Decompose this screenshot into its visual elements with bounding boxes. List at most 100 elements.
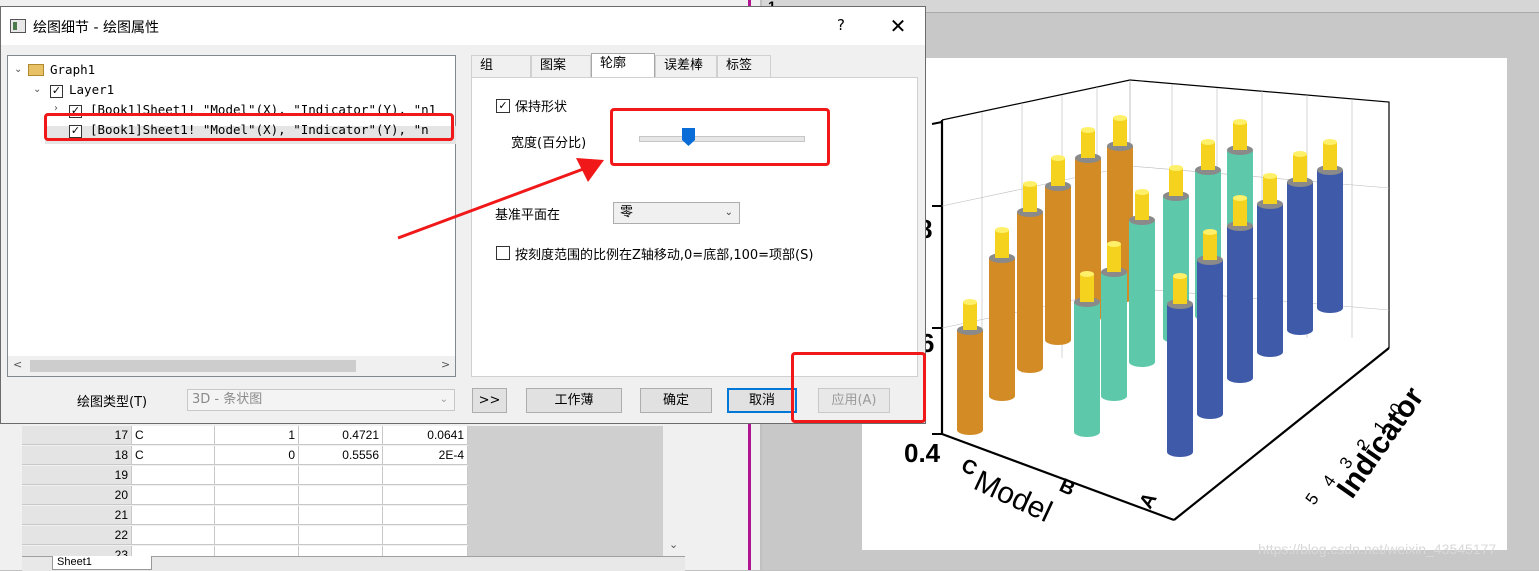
bar-cap (1233, 122, 1247, 150)
bar-base (957, 425, 983, 435)
table-cell[interactable] (132, 466, 215, 485)
bar-base (1101, 391, 1127, 401)
row-header[interactable]: 18 (22, 446, 132, 465)
table-cell[interactable]: 0.0641 (383, 426, 468, 445)
chevron-left-icon[interactable]: < (13, 358, 22, 371)
annotation-arrow (397, 158, 604, 240)
chevron-down-icon[interactable]: ⌄ (14, 64, 22, 75)
bar-cap (1173, 276, 1187, 304)
tree-horizontal-scrollbar[interactable]: < > (8, 356, 455, 376)
table-cell[interactable]: 1 (215, 426, 299, 445)
table-cell[interactable]: C (132, 426, 215, 445)
folder-icon (28, 64, 44, 76)
table-cell[interactable] (299, 466, 383, 485)
tab-pattern[interactable]: 图案 (531, 55, 591, 77)
table-cell[interactable] (383, 526, 468, 545)
cancel-button[interactable]: 取消 (727, 388, 797, 413)
app-icon (10, 19, 26, 33)
row-header[interactable]: 17 (22, 426, 132, 445)
bar-base (1197, 409, 1223, 419)
table-cell[interactable] (383, 486, 468, 505)
table-cell[interactable] (299, 506, 383, 525)
chevron-down-icon: ⌄ (439, 394, 448, 405)
bar-cap-top (1201, 139, 1215, 145)
bar-cap (1203, 232, 1217, 260)
sheet-tab[interactable]: Sheet1 (52, 556, 152, 570)
bar-cap (995, 230, 1009, 258)
bar-base (1045, 335, 1071, 345)
bar-base (1257, 347, 1283, 357)
base-plane-select[interactable]: 零 ⌄ (613, 202, 740, 224)
bar-cap-top (1051, 155, 1065, 161)
row-header[interactable]: 22 (22, 526, 132, 545)
table-cell[interactable] (132, 526, 215, 545)
table-cell[interactable] (132, 506, 215, 525)
expand-button[interactable]: >> (472, 388, 507, 413)
workbook-button[interactable]: 工作薄 (526, 388, 622, 413)
table-cell[interactable] (383, 506, 468, 525)
bar-cap-top (963, 299, 977, 305)
bar-cap-top (1080, 271, 1094, 277)
tab-group[interactable]: 组 (471, 55, 531, 77)
bar-body (1101, 272, 1127, 396)
highlight-apply-button (791, 352, 926, 423)
table-row: 18 C 0 0.5556 2E-4 (22, 446, 468, 466)
layer-checkbox[interactable]: ✓ (50, 85, 63, 98)
bar-cap-top (1233, 119, 1247, 125)
dialog-titlebar[interactable]: 绘图细节 - 绘图属性 ? ✕ (1, 7, 925, 45)
table-cell[interactable] (299, 526, 383, 545)
chevron-down-icon[interactable]: ⌄ (669, 538, 678, 551)
3d-bar-chart[interactable]: 8 6 0.4 C B A Model 0 1 2 3 4 5 Indicato… (862, 58, 1507, 550)
bar-body (1167, 304, 1193, 452)
table-cell[interactable]: 0.4721 (299, 426, 383, 445)
row-header[interactable]: 20 (22, 486, 132, 505)
bar-base (989, 391, 1015, 401)
chevron-right-icon[interactable]: > (441, 358, 450, 371)
table-row: 21 (22, 506, 468, 526)
y-tick-label: 5 (1302, 490, 1323, 509)
ok-button[interactable]: 确定 (640, 388, 712, 413)
tab-error-bar[interactable]: 误差棒 (655, 55, 717, 77)
tree-node-graph[interactable]: Graph1 (50, 61, 95, 79)
worksheet-vertical-scrollbar[interactable]: ⌄ (663, 426, 685, 556)
bar-base (1287, 325, 1313, 335)
table-cell[interactable]: 0.5556 (299, 446, 383, 465)
bar-cap (1107, 244, 1121, 272)
watermark-text: https://blog.csdn.net/weixin_43545177 (1258, 541, 1497, 557)
row-header[interactable]: 21 (22, 506, 132, 525)
table-cell[interactable] (132, 486, 215, 505)
tab-outline[interactable]: 轮廓 (591, 53, 655, 77)
table-cell[interactable] (215, 486, 299, 505)
table-cell[interactable] (299, 486, 383, 505)
bar-cap (1081, 130, 1095, 158)
keep-shape-checkbox[interactable]: ✓ (496, 99, 510, 113)
scrollbar-thumb[interactable] (30, 360, 356, 372)
bar-body (989, 258, 1015, 396)
table-cell[interactable] (383, 466, 468, 485)
bar-cap-top (1323, 139, 1337, 145)
table-cell[interactable]: 2E-4 (383, 446, 468, 465)
plot-type-select: 3D - 条状图 ⌄ (187, 389, 455, 411)
table-cell[interactable]: 0 (215, 446, 299, 465)
tree-node-layer[interactable]: Layer1 (69, 81, 114, 99)
bar-cap (1023, 184, 1037, 212)
row-header[interactable]: 19 (22, 466, 132, 485)
z-tick-label: 0.4 (904, 438, 941, 468)
bar-body (1017, 212, 1043, 368)
bar-base (1129, 357, 1155, 367)
chevron-down-icon[interactable]: ⌄ (33, 84, 41, 95)
table-cell[interactable] (215, 466, 299, 485)
table-cell[interactable] (215, 506, 299, 525)
x-tick-label: A (1135, 489, 1161, 513)
tab-labels[interactable]: 标签 (717, 55, 771, 77)
help-button[interactable]: ? (827, 16, 855, 38)
close-icon[interactable]: ✕ (881, 14, 915, 38)
table-row: 20 (22, 486, 468, 506)
bar-base (1317, 303, 1343, 313)
bar-body (1129, 220, 1155, 362)
table-cell[interactable] (215, 526, 299, 545)
bar-body (1074, 302, 1100, 432)
base-plane-value: 零 (620, 205, 634, 220)
table-cell[interactable]: C (132, 446, 215, 465)
bar-cap (1233, 198, 1247, 226)
